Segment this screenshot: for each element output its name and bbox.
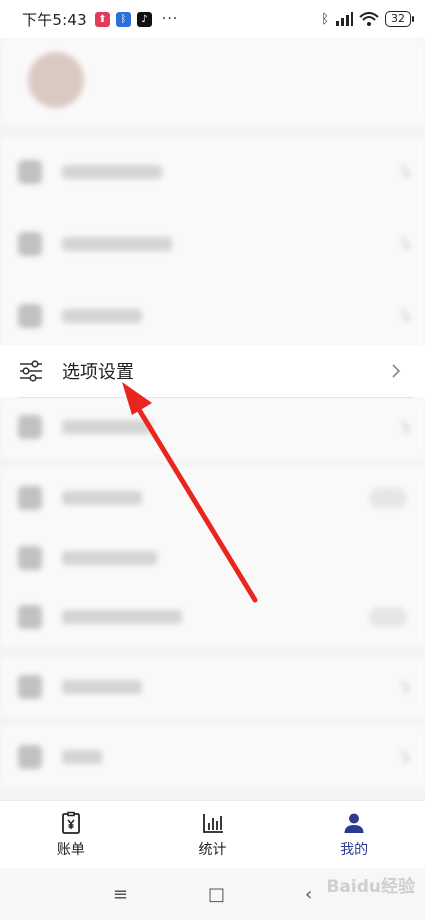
blurred-row [0,208,425,280]
blurred-card-5 [0,466,425,648]
blurred-row [0,726,425,788]
avatar [28,52,84,108]
more-notifications-icon: ··· [161,11,179,27]
tiktok-icon: ♪ [136,11,152,27]
bill-icon [61,811,80,834]
blurred-card-7 [0,726,425,788]
profile-header [0,38,425,126]
bottom-tab-bar: 账单 统计 我的 [0,800,425,868]
tab-statistics[interactable]: 统计 [142,801,284,868]
bluetooth-notification-icon: ᛒ [115,11,131,27]
options-settings-label: 选项设置 [62,362,134,383]
watermark: Baidu经验 [326,877,415,897]
bluetooth-icon: ᛒ [321,11,329,27]
blurred-row [0,466,425,530]
blurred-card-4 [0,396,425,458]
tab-mine-label: 我的 [340,841,369,858]
blurred-row [0,656,425,718]
status-bar: 下午5:43 ⬆ ᛒ ♪ ··· ᛒ 32 [0,0,425,38]
signal-icon [336,12,353,26]
tab-bill[interactable]: 账单 [0,801,142,868]
blurred-row [0,586,425,648]
tab-statistics-label: 统计 [198,841,227,858]
options-settings-row[interactable]: 选项设置 [0,345,425,397]
blurred-card-2 [0,208,425,280]
divider [18,397,413,398]
sliders-icon [20,360,42,382]
blurred-row [0,280,425,352]
chart-icon [202,813,223,833]
status-time: 下午5:43 [22,10,87,29]
user-icon [344,813,364,833]
wifi-icon [359,12,379,26]
blurred-row [0,136,425,208]
menu-icon[interactable]: ≡ [113,884,128,905]
chevron-right-icon [392,364,401,378]
blurred-card-1 [0,136,425,208]
tab-bill-label: 账单 [56,841,85,858]
blurred-row [0,530,425,586]
blurred-card-3 [0,280,425,352]
blurred-row [0,396,425,458]
battery-indicator: 32 [385,11,414,27]
blurred-card-6 [0,656,425,718]
notification-app-icon: ⬆ [94,11,110,27]
back-icon[interactable]: ‹ [305,884,312,905]
tab-mine[interactable]: 我的 [283,801,425,868]
blurred-page-content [0,38,425,800]
home-icon[interactable]: □ [208,884,225,905]
